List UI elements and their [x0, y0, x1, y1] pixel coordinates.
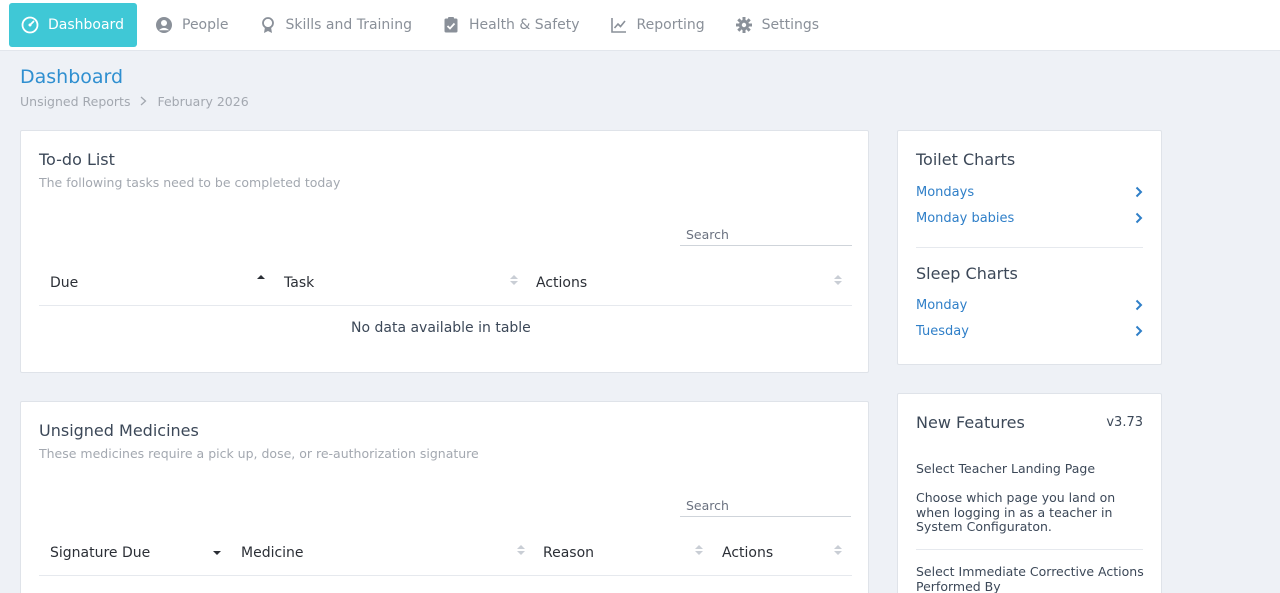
section-divider — [916, 549, 1143, 550]
chevron-right-icon — [140, 94, 147, 109]
table-divider — [39, 305, 852, 306]
nav-label: People — [182, 17, 229, 33]
new-features-title: New Features — [916, 413, 1025, 432]
medicines-subtitle: These medicines require a pick up, dose,… — [39, 446, 479, 461]
sort-both-icon[interactable] — [510, 274, 518, 286]
nav-settings[interactable]: Settings — [723, 3, 831, 47]
chevron-right-icon[interactable] — [1135, 299, 1143, 311]
breadcrumb: Unsigned Reports February 2026 — [20, 94, 249, 109]
nav-label: Dashboard — [48, 17, 124, 33]
feature-heading: Select Immediate Corrective Actions Perf… — [916, 564, 1144, 593]
todo-search-input[interactable] — [680, 224, 852, 246]
column-header-medicine[interactable]: Medicine — [241, 545, 304, 561]
sort-asc-icon[interactable] — [257, 274, 265, 286]
section-divider — [916, 247, 1143, 248]
chevron-right-icon[interactable] — [1135, 212, 1143, 224]
nav-reporting[interactable]: Reporting — [598, 3, 717, 47]
chevron-right-icon[interactable] — [1135, 325, 1143, 337]
gauge-icon — [21, 16, 39, 34]
column-header-signature-due[interactable]: Signature Due — [50, 545, 150, 561]
column-header-due[interactable]: Due — [50, 275, 78, 291]
award-icon — [259, 16, 277, 34]
sort-both-icon[interactable] — [834, 274, 842, 286]
chevron-right-icon[interactable] — [1135, 186, 1143, 198]
todo-subtitle: The following tasks need to be completed… — [39, 175, 341, 190]
sleep-chart-link[interactable]: Tuesday — [916, 324, 969, 339]
sort-both-icon[interactable] — [517, 544, 525, 556]
nav-people[interactable]: People — [143, 3, 241, 47]
column-header-task[interactable]: Task — [284, 275, 314, 291]
breadcrumb-item: February 2026 — [157, 94, 249, 109]
medicines-search-input[interactable] — [680, 495, 851, 517]
toilet-chart-link[interactable]: Monday babies — [916, 211, 1014, 226]
sort-both-icon[interactable] — [695, 544, 703, 556]
page-title: Dashboard — [20, 66, 124, 88]
sort-desc-icon[interactable] — [213, 548, 221, 560]
column-header-reason[interactable]: Reason — [543, 545, 594, 561]
nav-label: Skills and Training — [285, 17, 412, 33]
feature-heading: Select Teacher Landing Page — [916, 461, 1096, 476]
sleep-charts-title: Sleep Charts — [916, 264, 1018, 283]
todo-title: To-do List — [39, 150, 115, 169]
nav-skills-and-training[interactable]: Skills and Training — [247, 3, 424, 47]
empty-table-message: No data available in table — [351, 320, 531, 336]
nav-health-and-safety[interactable]: Health & Safety — [430, 3, 592, 47]
clipboard-check-icon — [442, 16, 460, 34]
gear-icon — [735, 16, 753, 34]
sleep-chart-link[interactable]: Monday — [916, 298, 967, 313]
user-circle-icon — [155, 16, 173, 34]
new-features-card: New Features v3.73 Select Teacher Landin… — [897, 393, 1162, 593]
nav-dashboard[interactable]: Dashboard — [9, 3, 137, 47]
table-divider — [39, 575, 852, 576]
medicines-card: Unsigned Medicines These medicines requi… — [20, 401, 869, 593]
feature-body: Choose which page you land on when loggi… — [916, 490, 1116, 534]
version-badge: v3.73 — [1106, 415, 1143, 430]
medicines-title: Unsigned Medicines — [39, 421, 199, 440]
line-chart-icon — [610, 16, 628, 34]
todo-card: To-do List The following tasks need to b… — [20, 130, 869, 373]
nav-label: Health & Safety — [468, 17, 580, 33]
column-header-actions[interactable]: Actions — [536, 275, 587, 291]
breadcrumb-item[interactable]: Unsigned Reports — [20, 94, 130, 109]
charts-card: Toilet Charts Mondays Monday babies Slee… — [897, 130, 1162, 365]
toilet-charts-title: Toilet Charts — [916, 150, 1016, 169]
top-navigation: Dashboard People Skills and Training Hea… — [0, 0, 1280, 51]
sort-both-icon[interactable] — [834, 544, 842, 556]
nav-label: Reporting — [636, 17, 705, 33]
nav-label: Settings — [761, 17, 820, 33]
column-header-actions[interactable]: Actions — [722, 545, 773, 561]
toilet-chart-link[interactable]: Mondays — [916, 185, 974, 200]
